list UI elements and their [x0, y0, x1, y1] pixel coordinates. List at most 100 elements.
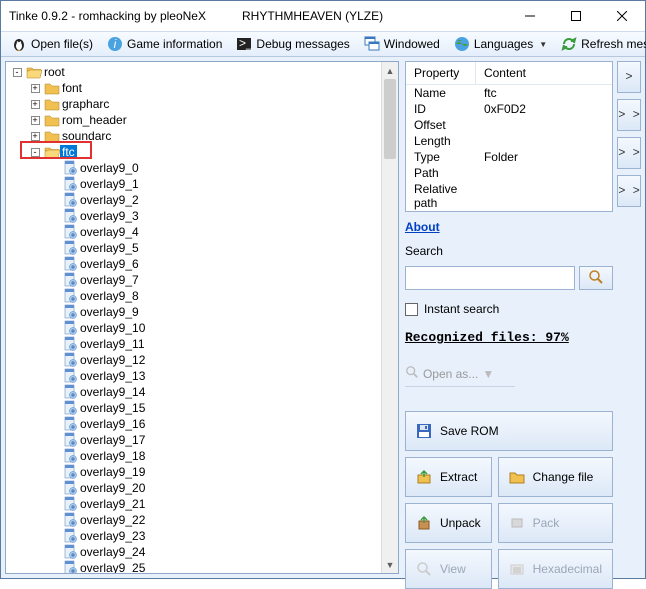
file-icon: [62, 304, 78, 320]
tree-file[interactable]: overlay9_8: [8, 288, 381, 304]
recognized-files-label: Recognized files: 97%: [405, 330, 613, 345]
file-icon: [62, 160, 78, 176]
file-icon: [62, 368, 78, 384]
folder-icon: [44, 128, 60, 144]
tree-file[interactable]: overlay9_6: [8, 256, 381, 272]
tree-file[interactable]: overlay9_13: [8, 368, 381, 384]
prop-row: TypeFolder: [406, 149, 612, 165]
expand-all-button[interactable]: > >: [617, 175, 641, 207]
hexadecimal-button[interactable]: Hexadecimal: [498, 549, 613, 589]
file-icon: [62, 496, 78, 512]
tree-file[interactable]: overlay9_18: [8, 448, 381, 464]
file-icon: [62, 512, 78, 528]
file-icon: [62, 544, 78, 560]
file-icon: [62, 208, 78, 224]
search-input[interactable]: [405, 266, 575, 290]
tree-file[interactable]: overlay9_7: [8, 272, 381, 288]
file-icon: [62, 352, 78, 368]
tree-folder[interactable]: +soundarc: [8, 128, 381, 144]
minimize-button[interactable]: [507, 1, 553, 31]
file-tree[interactable]: -root+font+grapharc+rom_header+soundarc-…: [6, 62, 381, 573]
tree-file[interactable]: overlay9_14: [8, 384, 381, 400]
tree-file[interactable]: overlay9_1: [8, 176, 381, 192]
tree-file[interactable]: overlay9_5: [8, 240, 381, 256]
tree-file[interactable]: overlay9_24: [8, 544, 381, 560]
expand-all-button[interactable]: > >: [617, 99, 641, 131]
file-icon: [62, 224, 78, 240]
scroll-up-button[interactable]: ▲: [382, 62, 398, 79]
game-info-button[interactable]: iGame information: [101, 34, 228, 54]
penguin-icon: [11, 36, 27, 52]
prop-key: Relative path: [406, 181, 476, 211]
tree-folder[interactable]: +font: [8, 80, 381, 96]
tree-file[interactable]: overlay9_2: [8, 192, 381, 208]
file-icon: [62, 528, 78, 544]
tree-file[interactable]: overlay9_9: [8, 304, 381, 320]
file-icon: [62, 480, 78, 496]
extract-button[interactable]: Extract: [405, 457, 492, 497]
tree-file[interactable]: overlay9_19: [8, 464, 381, 480]
tree-file[interactable]: overlay9_23: [8, 528, 381, 544]
unpack-button[interactable]: Unpack: [405, 503, 492, 543]
tree-folder[interactable]: +rom_header: [8, 112, 381, 128]
tree-file[interactable]: overlay9_3: [8, 208, 381, 224]
file-icon: [62, 256, 78, 272]
info-icon: i: [107, 36, 123, 52]
tree-file[interactable]: overlay9_10: [8, 320, 381, 336]
prop-value: [476, 133, 492, 149]
file-icon: [62, 240, 78, 256]
search-button[interactable]: [579, 266, 613, 290]
open-as-dropdown[interactable]: Open as... ▼: [405, 361, 515, 387]
change-file-button[interactable]: Change file: [498, 457, 613, 497]
scroll-down-button[interactable]: ▼: [382, 556, 398, 573]
title-bar: Tinke 0.9.2 - romhacking by pleoNeX RHYT…: [1, 1, 645, 31]
scroll-thumb[interactable]: [384, 79, 396, 159]
tree-file[interactable]: overlay9_15: [8, 400, 381, 416]
expand-all-button[interactable]: > >: [617, 137, 641, 169]
file-icon: [62, 320, 78, 336]
tree-file[interactable]: overlay9_22: [8, 512, 381, 528]
tree-file[interactable]: overlay9_25: [8, 560, 381, 573]
prop-key: Type: [406, 149, 476, 165]
folder-icon: [44, 112, 60, 128]
expand-button[interactable]: >: [617, 61, 641, 93]
file-icon: [62, 192, 78, 208]
instant-search-checkbox[interactable]: [405, 303, 418, 316]
svg-text:>_: >_: [239, 36, 252, 50]
file-icon: [62, 336, 78, 352]
close-button[interactable]: [599, 1, 645, 31]
languages-button[interactable]: Languages▼: [448, 34, 553, 54]
save-rom-button[interactable]: Save ROM: [405, 411, 613, 451]
tree-file[interactable]: overlay9_20: [8, 480, 381, 496]
debug-messages-button[interactable]: >_Debug messages: [230, 34, 355, 54]
prop-header-property[interactable]: Property: [406, 62, 476, 84]
window-title: Tinke 0.9.2 - romhacking by pleoNeX: [9, 9, 206, 23]
tree-file[interactable]: overlay9_11: [8, 336, 381, 352]
pack-button[interactable]: Pack: [498, 503, 613, 543]
tree-file[interactable]: overlay9_0: [8, 160, 381, 176]
file-icon: [62, 288, 78, 304]
terminal-icon: >_: [236, 36, 252, 52]
floppy-icon: [416, 423, 432, 439]
view-button[interactable]: View: [405, 549, 492, 589]
prop-row: Path: [406, 165, 612, 181]
tree-file[interactable]: overlay9_16: [8, 416, 381, 432]
prop-header-content[interactable]: Content: [476, 62, 534, 84]
windows-icon: [364, 36, 380, 52]
prop-value: [476, 181, 492, 211]
globe-icon: [454, 36, 470, 52]
refresh-messages-button[interactable]: Refresh messages: [555, 34, 646, 54]
tree-folder-selected[interactable]: -ftc: [8, 144, 381, 160]
open-files-button[interactable]: Open file(s): [5, 34, 99, 54]
tree-file[interactable]: overlay9_21: [8, 496, 381, 512]
tree-scrollbar[interactable]: ▲ ▼: [381, 62, 398, 573]
tree-folder[interactable]: +grapharc: [8, 96, 381, 112]
about-link[interactable]: About: [405, 220, 613, 234]
tree-root[interactable]: -root: [8, 64, 381, 80]
tree-file[interactable]: overlay9_4: [8, 224, 381, 240]
folder-open-icon: [44, 144, 60, 160]
tree-file[interactable]: overlay9_12: [8, 352, 381, 368]
tree-file[interactable]: overlay9_17: [8, 432, 381, 448]
maximize-button[interactable]: [553, 1, 599, 31]
windowed-button[interactable]: Windowed: [358, 34, 446, 54]
